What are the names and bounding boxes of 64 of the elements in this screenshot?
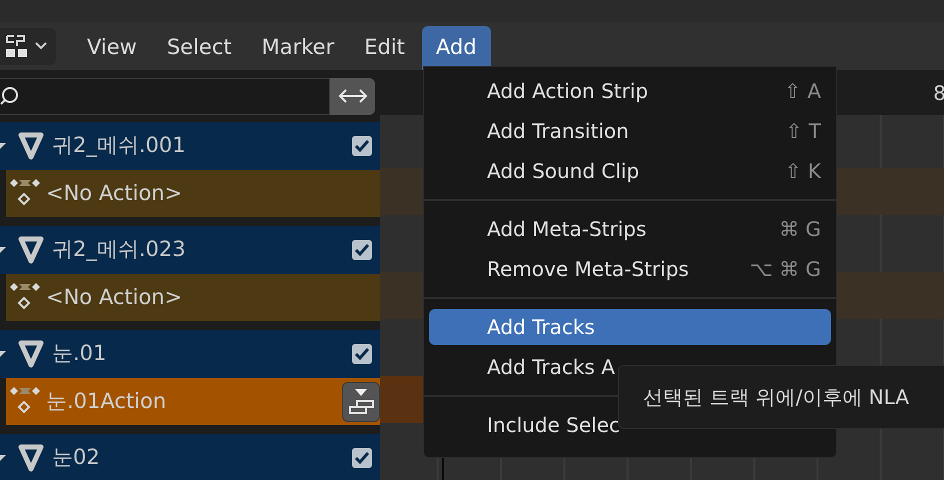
checkbox[interactable]: [352, 240, 372, 260]
menu-item[interactable]: Select: [154, 26, 245, 70]
check-icon: [355, 452, 369, 464]
menu-item[interactable]: Edit: [351, 26, 418, 70]
entry-label: Remove Meta-Strips: [487, 256, 689, 283]
check-icon: [355, 140, 369, 152]
mesh-icon: [18, 444, 44, 472]
entry-label: Add Action Strip: [487, 78, 648, 105]
object-channel[interactable]: 눈02: [0, 434, 380, 480]
menu-item[interactable]: View: [74, 26, 150, 70]
menu-entry[interactable]: Add Action Strip ⇧ A: [429, 73, 831, 109]
disclosure-triangle-icon: [0, 245, 6, 255]
playhead-line: [442, 456, 444, 480]
push-down-icon: [347, 386, 375, 416]
shortcut-text: ⇧ K: [784, 158, 821, 185]
action-name: 눈.01Action: [46, 388, 168, 415]
object-channel[interactable]: 귀2_메쉬.023: [0, 226, 380, 274]
check-icon: [355, 244, 369, 256]
menu-entry[interactable]: Add Transition ⇧ T: [429, 113, 831, 149]
object-name: 눈02: [52, 444, 101, 472]
check-icon: [355, 348, 369, 360]
action-channel[interactable]: <No Action>: [6, 170, 380, 217]
object-channel[interactable]: 귀2_메쉬.001: [0, 122, 380, 170]
shortcut-text: ⇧ A: [784, 78, 821, 105]
checkbox[interactable]: [352, 344, 372, 364]
menu-entry[interactable]: Add Meta-Strips ⌘ G: [429, 211, 831, 247]
push-down-button[interactable]: [342, 382, 380, 422]
entry-label: Include Selec: [487, 412, 620, 439]
chevron-down-icon: [35, 42, 47, 50]
swap-button[interactable]: [330, 78, 375, 114]
editor-type-button[interactable]: [0, 28, 56, 64]
object-channel[interactable]: 눈.01: [0, 330, 380, 378]
search-icon: [0, 85, 21, 107]
action-name: <No Action>: [46, 180, 184, 207]
action-channel[interactable]: <No Action>: [6, 274, 380, 321]
entry-label: Add Meta-Strips: [487, 216, 646, 243]
disclosure-triangle-icon: [0, 141, 6, 151]
object-name: 귀2_메쉬.023: [52, 236, 187, 264]
tooltip-text: 선택된 트랙 위에/이후에 NLA: [643, 384, 910, 411]
shortcut-text: ⇧ T: [786, 118, 821, 145]
shortcut-text: ⌥ ⌘ G: [750, 256, 821, 283]
entry-label: Add Tracks: [487, 314, 595, 341]
checkbox[interactable]: [352, 448, 372, 468]
menu-entry[interactable]: Remove Meta-Strips ⌥ ⌘ G: [429, 251, 831, 287]
disclosure-triangle-icon: [0, 453, 6, 463]
menu-item[interactable]: Marker: [248, 26, 348, 70]
disclosure-triangle-icon: [0, 349, 6, 359]
search-field[interactable]: [0, 78, 330, 114]
action-name: <No Action>: [46, 284, 184, 311]
shortcut-text: ⌘ G: [779, 216, 821, 243]
checkbox[interactable]: [352, 136, 372, 156]
object-name: 눈.01: [52, 340, 108, 368]
entry-label: Add Sound Clip: [487, 158, 640, 185]
double-arrow-icon: [338, 89, 368, 103]
menu-item[interactable]: Add: [422, 26, 491, 70]
mesh-icon: [18, 132, 44, 160]
object-name: 귀2_메쉬.001: [52, 132, 187, 160]
mesh-icon: [18, 340, 44, 368]
entry-label: Add Tracks A: [487, 354, 615, 381]
mesh-icon: [18, 236, 44, 264]
entry-label: Add Transition: [487, 118, 629, 145]
menu-entry[interactable]: Add Sound Clip ⇧ K: [429, 153, 831, 189]
menu-entry[interactable]: Add Tracks: [429, 309, 831, 345]
action-channel[interactable]: 눈.01Action: [6, 378, 380, 425]
